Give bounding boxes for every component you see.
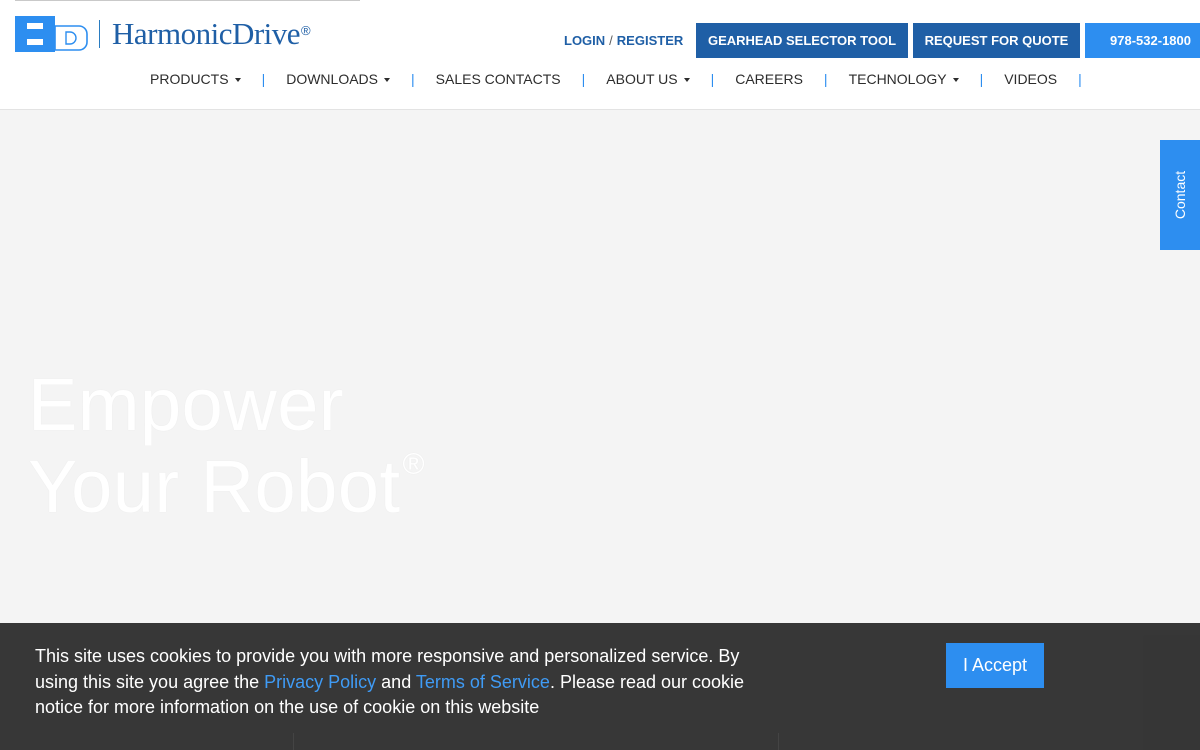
login-register: LOGIN / REGISTER [564, 23, 683, 58]
hero-headline-line-2: Your Robot® [28, 445, 426, 528]
nav-sales-contacts[interactable]: SALES CONTACTS [436, 71, 561, 87]
chevron-down-icon [683, 78, 690, 82]
hd-logo-icon [15, 16, 89, 52]
main-nav: PRODUCTS | DOWNLOADS | SALES CONTACTS | … [150, 70, 1103, 88]
contact-tab-label: Contact [1172, 170, 1188, 220]
nav-separator: | [411, 71, 415, 87]
gearhead-selector-button[interactable]: GEARHEAD SELECTOR TOOL [696, 23, 908, 58]
nav-videos[interactable]: VIDEOS [1004, 71, 1057, 87]
logo-reg-mark: ® [301, 22, 311, 38]
logo-brand-text: HarmonicDrive [112, 16, 301, 51]
nav-separator: | [979, 71, 984, 87]
footer-divider [293, 733, 294, 750]
nav-technology[interactable]: TECHNOLOGY [849, 71, 959, 87]
nav-careers[interactable]: CAREERS [735, 71, 803, 87]
top-rule [15, 0, 360, 1]
login-link[interactable]: LOGIN [564, 33, 605, 48]
nav-products[interactable]: PRODUCTS [150, 71, 241, 87]
chevron-down-icon [234, 78, 241, 82]
hero-reg-mark: ® [402, 448, 426, 481]
cookie-accept-button[interactable]: I Accept [946, 643, 1044, 688]
privacy-policy-link[interactable]: Privacy Policy [264, 672, 376, 692]
site-header: HarmonicDrive ® LOGIN / REGISTER GEARHEAD… [0, 0, 1200, 110]
hero-headline-line-1: Empower [28, 363, 345, 446]
footer-divider [778, 733, 779, 750]
nav-separator: | [1078, 71, 1082, 87]
nav-separator: | [823, 71, 828, 87]
site-logo[interactable]: HarmonicDrive ® [15, 16, 311, 52]
login-separator: / [609, 33, 613, 48]
chevron-down-icon [952, 78, 959, 82]
nav-about-us[interactable]: ABOUT US [606, 71, 690, 87]
nav-separator: | [261, 71, 266, 87]
nav-separator: | [581, 71, 586, 87]
cookie-banner: This site uses cookies to provide you wi… [0, 623, 1200, 750]
chevron-down-icon [384, 78, 390, 82]
nav-separator: | [710, 71, 715, 87]
cookie-message: This site uses cookies to provide you wi… [35, 646, 745, 717]
phone-button[interactable]: 978-532-1800 [1085, 23, 1200, 58]
request-quote-button[interactable]: REQUEST FOR QUOTE [913, 23, 1080, 58]
register-link[interactable]: REGISTER [617, 33, 683, 48]
logo-divider [99, 20, 100, 48]
nav-downloads[interactable]: DOWNLOADS [286, 71, 390, 87]
contact-side-tab[interactable]: Contact [1160, 140, 1200, 250]
terms-of-service-link[interactable]: Terms of Service [416, 672, 550, 692]
